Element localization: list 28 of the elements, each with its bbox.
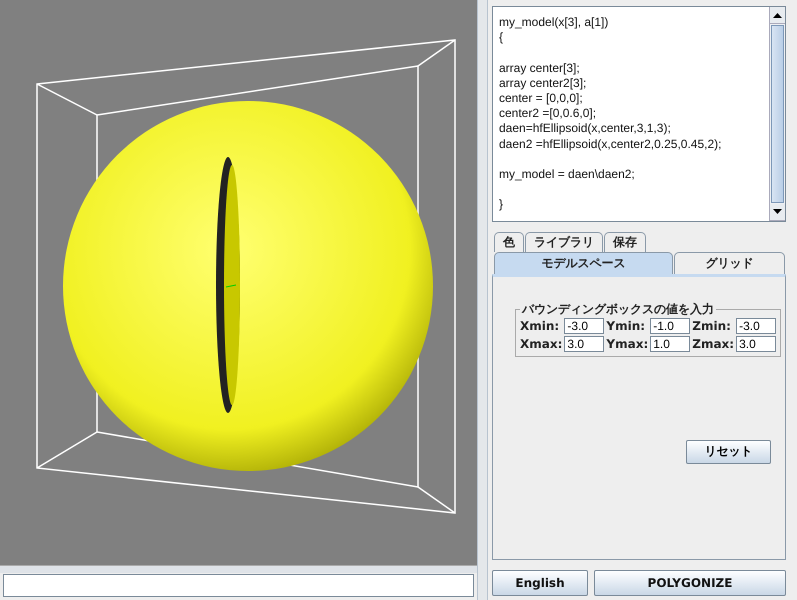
group-title: バウンディングボックスの値を入力 bbox=[520, 300, 715, 318]
input-field[interactable]: -3.0 bbox=[564, 318, 604, 334]
tab[interactable]: ライブラリ bbox=[525, 232, 603, 252]
language-button[interactable]: English bbox=[492, 570, 588, 596]
polygonize-button[interactable]: POLYGONIZE bbox=[594, 570, 786, 596]
input-field[interactable]: 3.0 bbox=[736, 336, 776, 352]
field-label: Zmin: bbox=[692, 318, 732, 333]
field-label: Ymin: bbox=[606, 318, 646, 333]
input-field[interactable]: 3.0 bbox=[564, 336, 604, 352]
command-field[interactable] bbox=[3, 574, 474, 597]
field-label: Zmax: bbox=[692, 336, 734, 351]
reset-button[interactable]: リセット bbox=[686, 440, 771, 464]
code-text: my_model(x[3], a[1]) { array center[3]; array center2[3]; center = [0,0,0]; center2 =[0,0.6,0]; daen=hfEllipsoid(x,center,3,1,3); daen2 =hfEllipsoid(x,center2,0.25,0.45,2); my_model = daen\daen2; } bbox=[498, 14, 722, 214]
tab[interactable]: グリッド bbox=[674, 252, 785, 274]
tab[interactable]: 保存 bbox=[604, 232, 646, 252]
scroll-up-icon[interactable] bbox=[773, 12, 782, 18]
splitter-bar[interactable] bbox=[0, 565, 477, 574]
code-editor[interactable]: my_model(x[3], a[1]) { array center[3]; array center2[3]; center = [0,0,0]; center2 =[0,0.6,0]; daen=hfEllipsoid(x,center,3,1,3); daen2 =hfEllipsoid(x,center2,0.25,0.45,2); my_model = daen\daen2; } bbox=[492, 6, 786, 222]
scrollbar-thumb[interactable] bbox=[771, 25, 784, 203]
field-label: Xmax: bbox=[520, 336, 562, 351]
field-label: Ymax: bbox=[606, 336, 648, 351]
input-field[interactable]: -1.0 bbox=[650, 318, 690, 334]
field-label: Xmin: bbox=[520, 318, 560, 333]
input-field[interactable]: -3.0 bbox=[736, 318, 776, 334]
tab[interactable]: モデルスペース bbox=[494, 252, 673, 274]
input-field[interactable]: 1.0 bbox=[650, 336, 690, 352]
tab[interactable]: 色 bbox=[494, 232, 524, 252]
scroll-down-icon[interactable] bbox=[773, 209, 782, 214]
